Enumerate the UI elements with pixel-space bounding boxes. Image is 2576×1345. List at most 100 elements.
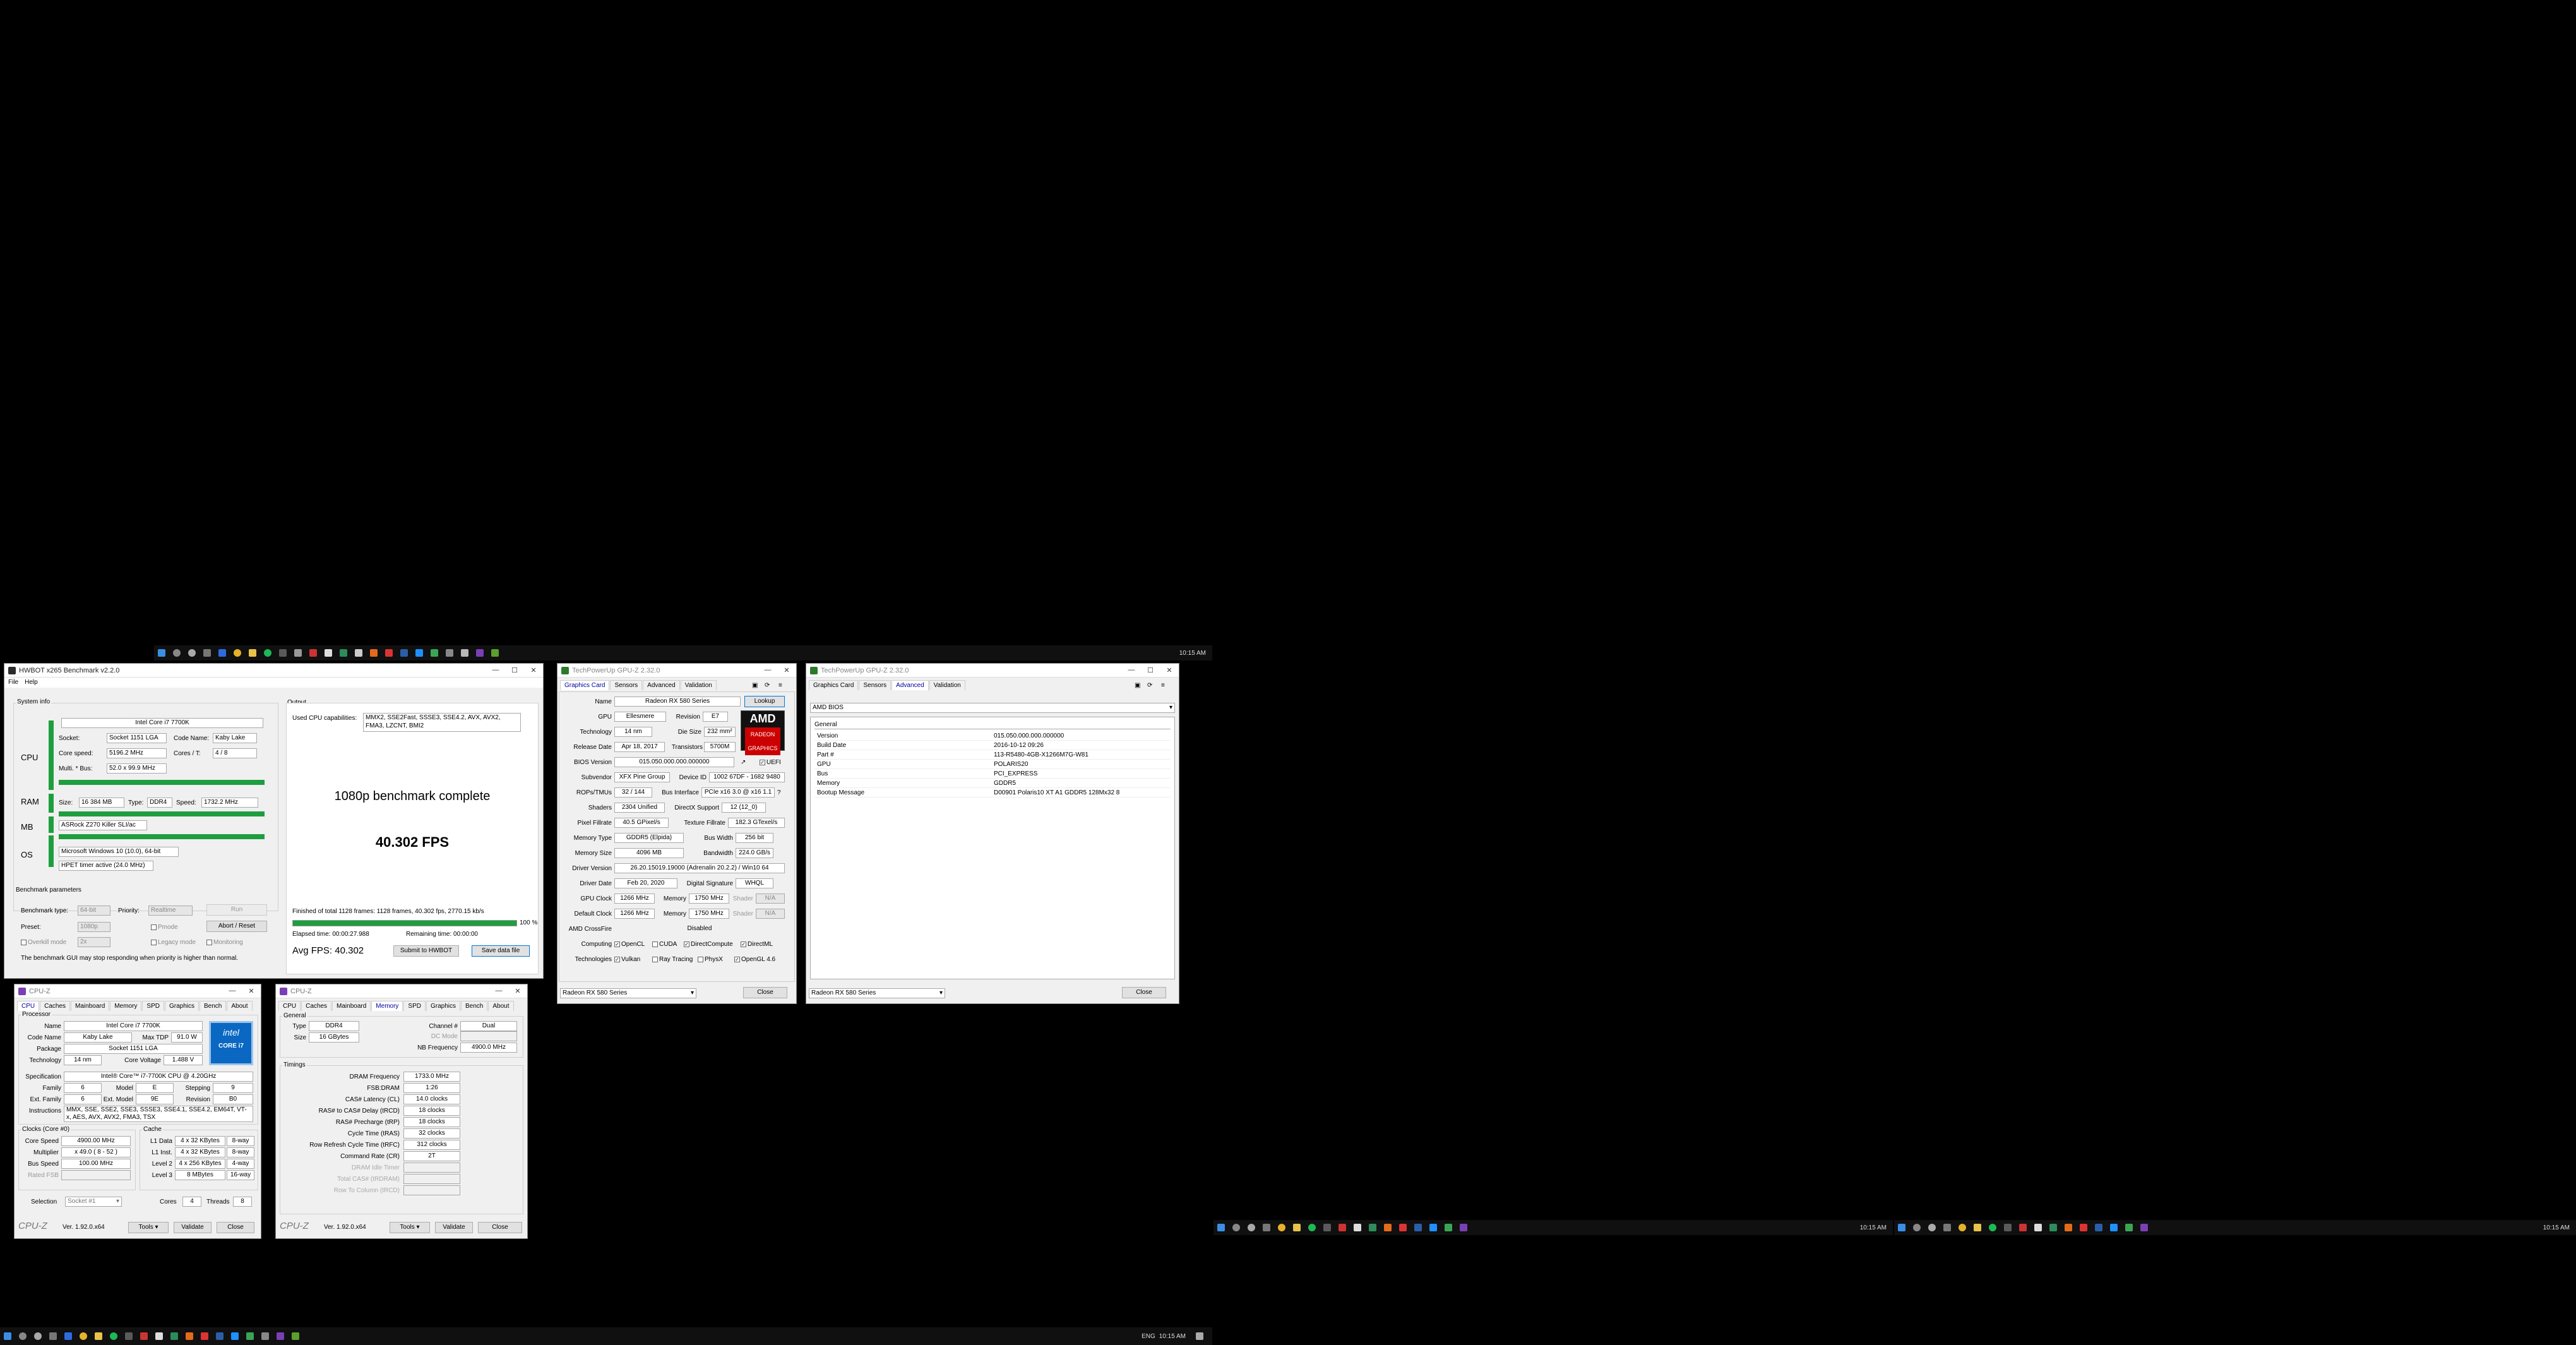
app-icon[interactable]: [385, 649, 393, 657]
close-icon[interactable]: ✕: [777, 666, 796, 674]
app-icon[interactable]: [216, 1332, 224, 1340]
minimize-icon[interactable]: —: [223, 987, 242, 995]
menu-help[interactable]: Help: [25, 679, 38, 686]
chrome-icon[interactable]: [1278, 1224, 1285, 1231]
spotify-icon[interactable]: [1989, 1224, 1996, 1231]
advanced-category-select[interactable]: AMD BIOS ▾: [810, 703, 1175, 713]
app-icon[interactable]: [1323, 1224, 1331, 1231]
app-icon[interactable]: [2095, 1224, 2102, 1231]
spotify-icon[interactable]: [264, 649, 271, 657]
app-icon[interactable]: [2080, 1224, 2087, 1231]
tab-about[interactable]: About: [488, 1001, 514, 1011]
tab-caches[interactable]: Caches: [40, 1001, 71, 1011]
close-icon[interactable]: ✕: [508, 987, 527, 995]
tab-cpu[interactable]: CPU: [17, 1001, 40, 1011]
spotify-icon[interactable]: [1308, 1224, 1316, 1231]
app-icon[interactable]: [431, 649, 438, 657]
start-icon[interactable]: [4, 1332, 11, 1340]
tab-bench[interactable]: Bench: [461, 1001, 488, 1011]
app-icon[interactable]: [292, 1332, 299, 1340]
search-icon[interactable]: [1913, 1224, 1921, 1231]
folder-icon[interactable]: [95, 1332, 102, 1340]
taskbar-clock[interactable]: 10:15 AM: [1179, 650, 1206, 657]
hwbot-titlebar[interactable]: HWBOT x265 Benchmark v2.2.0 — ☐ ✕: [4, 664, 543, 678]
tab-memory[interactable]: Memory: [110, 1001, 142, 1011]
app-icon[interactable]: [400, 649, 408, 657]
preset-select[interactable]: 1080p: [78, 922, 110, 932]
app-icon[interactable]: [415, 649, 423, 657]
abort-reset-button[interactable]: Abort / Reset: [206, 921, 267, 932]
chrome-icon[interactable]: [80, 1332, 87, 1340]
app-icon[interactable]: [1460, 1224, 1467, 1231]
tab-graphics-card[interactable]: Graphics Card: [560, 680, 610, 690]
gpuz-titlebar[interactable]: TechPowerUp GPU-Z 2.32.0 — ☐ ✕: [806, 664, 1179, 678]
app-icon[interactable]: [261, 1332, 269, 1340]
minimize-icon[interactable]: —: [1122, 666, 1141, 674]
app-icon[interactable]: [201, 1332, 208, 1340]
taskview-icon[interactable]: [1943, 1224, 1951, 1231]
taskbar-clock[interactable]: 10:15 AM: [2543, 1224, 2570, 1231]
cortana-icon[interactable]: [1928, 1224, 1936, 1231]
gpu-select[interactable]: Radeon RX 580 Series ▾: [809, 988, 945, 998]
tab-cpu[interactable]: CPU: [278, 1001, 301, 1011]
taskview-icon[interactable]: [203, 649, 211, 657]
app-icon[interactable]: [355, 649, 362, 657]
menu-icon[interactable]: ≡: [1161, 681, 1165, 690]
validate-button[interactable]: Validate: [435, 1222, 473, 1233]
tab-advanced[interactable]: Advanced: [891, 680, 929, 690]
cortana-icon[interactable]: [34, 1332, 42, 1340]
app-icon[interactable]: [2110, 1224, 2118, 1231]
app-icon[interactable]: [140, 1332, 148, 1340]
chrome-icon[interactable]: [234, 649, 241, 657]
bench-type-select[interactable]: 64-bit: [78, 906, 110, 916]
app-icon[interactable]: [446, 649, 453, 657]
app-icon[interactable]: [2125, 1224, 2133, 1231]
tab-about[interactable]: About: [227, 1001, 253, 1011]
chrome-icon[interactable]: [1959, 1224, 1966, 1231]
overkill-checkbox[interactable]: Overkill mode: [21, 938, 66, 947]
refresh-icon[interactable]: ⟳: [1147, 681, 1152, 690]
folder-icon[interactable]: [1974, 1224, 1981, 1231]
app-icon[interactable]: [309, 649, 317, 657]
close-button[interactable]: Close: [743, 987, 787, 998]
menu-icon[interactable]: ≡: [778, 681, 782, 690]
app-icon[interactable]: [64, 1332, 72, 1340]
app-icon[interactable]: [1354, 1224, 1361, 1231]
app-icon[interactable]: [325, 649, 332, 657]
start-icon[interactable]: [1217, 1224, 1225, 1231]
app-icon[interactable]: [340, 649, 347, 657]
tab-caches[interactable]: Caches: [301, 1001, 332, 1011]
app-icon[interactable]: [1384, 1224, 1392, 1231]
tab-mainboard[interactable]: Mainboard: [332, 1001, 371, 1011]
close-button[interactable]: Close: [1122, 987, 1166, 998]
cpuz-titlebar[interactable]: CPU-Z — ✕: [276, 984, 527, 998]
tab-sensors[interactable]: Sensors: [610, 680, 643, 690]
taskview-icon[interactable]: [49, 1332, 57, 1340]
taskbar-language[interactable]: ENG: [1142, 1333, 1155, 1340]
start-icon[interactable]: [1898, 1224, 1905, 1231]
app-icon[interactable]: [246, 1332, 254, 1340]
minimize-icon[interactable]: —: [486, 666, 505, 674]
refresh-icon[interactable]: ⟳: [765, 681, 770, 690]
taskview-icon[interactable]: [1263, 1224, 1270, 1231]
lookup-button[interactable]: Lookup: [744, 696, 785, 707]
monitoring-checkbox[interactable]: Monitoring: [206, 938, 243, 947]
tab-validation[interactable]: Validation: [680, 680, 717, 690]
tools-button[interactable]: Tools ▾: [390, 1222, 430, 1233]
bus-help-icon[interactable]: ?: [777, 789, 781, 798]
close-button[interactable]: Close: [217, 1222, 254, 1233]
overkill-select[interactable]: 2x: [78, 937, 110, 947]
close-button[interactable]: Close: [478, 1222, 522, 1233]
app-icon[interactable]: [186, 1332, 193, 1340]
app-icon[interactable]: [279, 649, 287, 657]
app-icon[interactable]: [2019, 1224, 2027, 1231]
search-icon[interactable]: [1232, 1224, 1240, 1231]
validate-button[interactable]: Validate: [174, 1222, 212, 1233]
app-icon[interactable]: [461, 649, 468, 657]
share-icon[interactable]: ↗: [741, 758, 746, 767]
app-icon[interactable]: [1429, 1224, 1437, 1231]
menu-file[interactable]: File: [8, 679, 18, 686]
search-icon[interactable]: [19, 1332, 27, 1340]
app-icon[interactable]: [218, 649, 226, 657]
tab-sensors[interactable]: Sensors: [859, 680, 891, 690]
